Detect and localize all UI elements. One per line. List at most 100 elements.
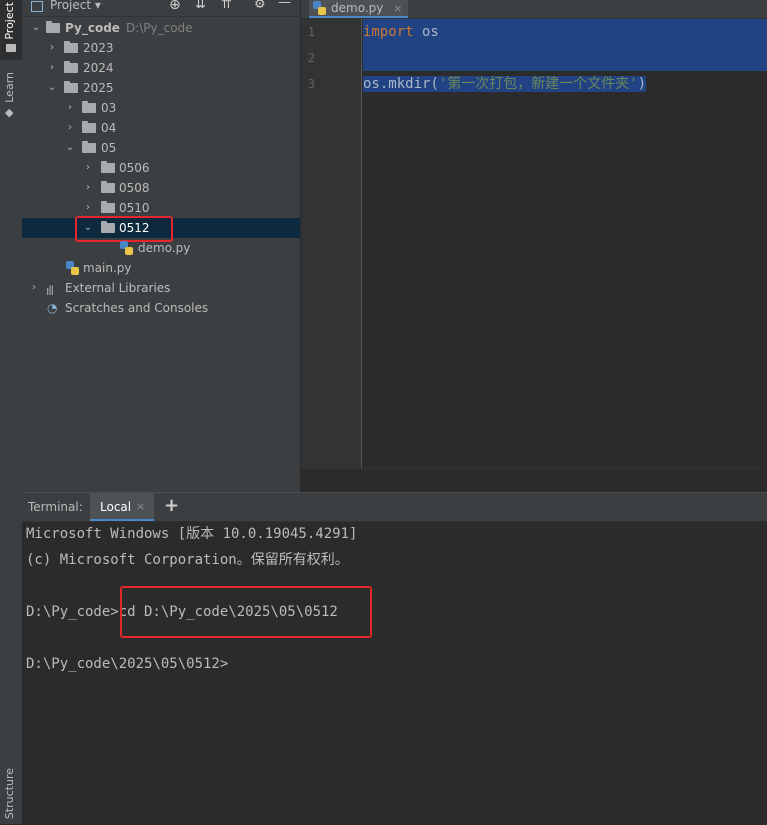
terminal-title: Terminal:	[28, 500, 83, 514]
root-folder-path: D:\Py_code	[125, 21, 193, 35]
folder-icon	[82, 141, 96, 153]
terminal-header: Terminal: Local × +	[22, 493, 767, 522]
tree-item-04[interactable]: › 04	[22, 118, 300, 138]
chevron-right-icon[interactable]: ›	[46, 58, 58, 78]
folder-icon	[46, 21, 60, 33]
root-folder-name: Py_code	[65, 21, 120, 35]
close-icon[interactable]: ×	[393, 2, 402, 15]
terminal-line: Microsoft Windows [版本 10.0.19045.4291]	[26, 526, 358, 542]
tree-item-label: Py_code D:\Py_code	[65, 18, 193, 38]
expand-all-icon[interactable]: ⇊	[195, 0, 206, 12]
add-terminal-icon[interactable]: +	[164, 495, 179, 516]
line-number: 1	[307, 25, 315, 39]
structure-tool-label[interactable]: Structure	[3, 768, 16, 819]
chevron-right-icon[interactable]: ›	[28, 278, 40, 298]
terminal-tab-label: Local	[100, 500, 132, 514]
code-paren: )	[637, 76, 647, 92]
folder-icon	[64, 61, 78, 73]
tree-item-2023[interactable]: › 2023	[22, 38, 300, 58]
tree-item-label: 0508	[119, 181, 150, 195]
folder-icon	[101, 181, 115, 193]
project-view-label: Project	[50, 0, 92, 12]
code-line-2[interactable]	[363, 45, 767, 71]
left-tool-strip: Project Learn ◆ Structure	[0, 0, 23, 824]
highlight-box-command	[120, 586, 372, 638]
tree-item-main-py[interactable]: main.py	[22, 258, 300, 278]
folder-icon	[82, 101, 96, 113]
tree-item-label: 04	[101, 121, 117, 135]
tree-item-label: 03	[101, 101, 117, 115]
tree-item-2025[interactable]: ⌄ 2025	[22, 78, 300, 98]
editor-footer	[301, 468, 767, 493]
tree-item-py-code[interactable]: ⌄ Py_code D:\Py_code	[22, 18, 300, 38]
tree-item-0508[interactable]: › 0508	[22, 178, 300, 198]
project-view-icon	[31, 1, 43, 12]
code-string: '第一次打包，新建一个文件夹'	[438, 76, 638, 92]
terminal-prompt-line[interactable]: D:\Py_code\2025\05\0512>	[26, 651, 228, 677]
tree-item-label: main.py	[83, 261, 132, 275]
tree-item-03[interactable]: › 03	[22, 98, 300, 118]
folder-icon	[6, 44, 16, 52]
learn-icon: ◆	[5, 106, 14, 119]
tree-item-label: demo.py	[138, 241, 191, 255]
project-panel-header: Project ▾ ⊕ ⇊ ⇈ ⚙ —	[22, 0, 300, 17]
chevron-right-icon[interactable]: ›	[82, 198, 94, 218]
tab-demo-py[interactable]: demo.py ×	[309, 0, 409, 18]
chevron-right-icon[interactable]: ›	[82, 178, 94, 198]
line-number-gutter: 1 2 3	[301, 19, 362, 468]
folder-icon	[64, 41, 78, 53]
tree-item-2024[interactable]: › 2024	[22, 58, 300, 78]
learn-tool-label[interactable]: Learn	[3, 72, 16, 103]
code-call: os.mkdir(	[363, 76, 439, 92]
editor-tab-bar: demo.py ×	[301, 0, 767, 19]
locate-icon[interactable]: ⊕	[169, 0, 181, 13]
terminal-prompt: D:\Py_code>	[26, 604, 119, 620]
folder-icon	[82, 121, 96, 133]
code-line-3[interactable]: os.mkdir('第一次打包，新建一个文件夹')	[363, 71, 767, 97]
chevron-right-icon[interactable]: ›	[64, 118, 76, 138]
chevron-down-icon[interactable]: ⌄	[46, 78, 58, 98]
chevron-down-icon[interactable]: ⌄	[30, 18, 42, 38]
terminal-tab-local[interactable]: Local ×	[90, 493, 154, 521]
python-file-icon	[120, 241, 133, 255]
folder-icon	[64, 81, 78, 93]
tree-item-label: 0510	[119, 201, 150, 215]
chevron-right-icon[interactable]: ›	[82, 158, 94, 178]
scratches-icon: ◔	[47, 301, 58, 315]
tab-label: demo.py	[331, 1, 384, 15]
tree-item-0510[interactable]: › 0510	[22, 198, 300, 218]
tree-item-label: 2023	[83, 41, 114, 55]
tree-item-0506[interactable]: › 0506	[22, 158, 300, 178]
terminal-panel: Terminal: Local × + Microsoft Windows [版…	[22, 492, 767, 825]
hide-panel-icon[interactable]: —	[278, 0, 291, 10]
line-number: 3	[307, 77, 315, 91]
tree-item-label: 2024	[83, 61, 114, 75]
tree-item-label: External Libraries	[65, 281, 171, 295]
code-identifier: os	[413, 24, 439, 40]
terminal-line: (c) Microsoft Corporation。保留所有权利。	[26, 552, 349, 568]
chevron-right-icon[interactable]: ›	[64, 98, 76, 118]
editor-area: demo.py × 1 2 3 import os os.mkdir('第一次打…	[301, 0, 767, 493]
project-view-selector[interactable]: Project ▾	[50, 0, 101, 12]
python-file-icon	[66, 261, 79, 275]
project-panel: Project ▾ ⊕ ⇊ ⇈ ⚙ — ⌄ Py_code D:\Py_code …	[22, 0, 301, 492]
folder-icon	[101, 161, 115, 173]
line-number: 2	[307, 51, 315, 65]
chevron-down-icon[interactable]: ⌄	[64, 138, 76, 158]
collapse-all-icon[interactable]: ⇈	[221, 0, 232, 12]
code-keyword: import	[363, 24, 414, 40]
close-icon[interactable]: ×	[136, 500, 145, 513]
tree-item-05[interactable]: ⌄ 05	[22, 138, 300, 158]
code-line-1[interactable]: import os	[363, 19, 767, 45]
project-tool-label[interactable]: Project	[3, 2, 16, 40]
folder-icon	[101, 201, 115, 213]
python-file-icon	[313, 1, 326, 15]
tree-item-external-libraries[interactable]: › ıll External Libraries	[22, 278, 300, 298]
gear-icon[interactable]: ⚙	[254, 0, 266, 12]
tree-item-scratches[interactable]: ◔ Scratches and Consoles	[22, 298, 300, 318]
tree-item-label: 05	[101, 141, 117, 155]
tree-item-demo-py[interactable]: demo.py	[22, 238, 300, 258]
chevron-right-icon[interactable]: ›	[46, 38, 58, 58]
tree-item-label: 2025	[83, 81, 114, 95]
tree-item-label: Scratches and Consoles	[65, 301, 209, 315]
